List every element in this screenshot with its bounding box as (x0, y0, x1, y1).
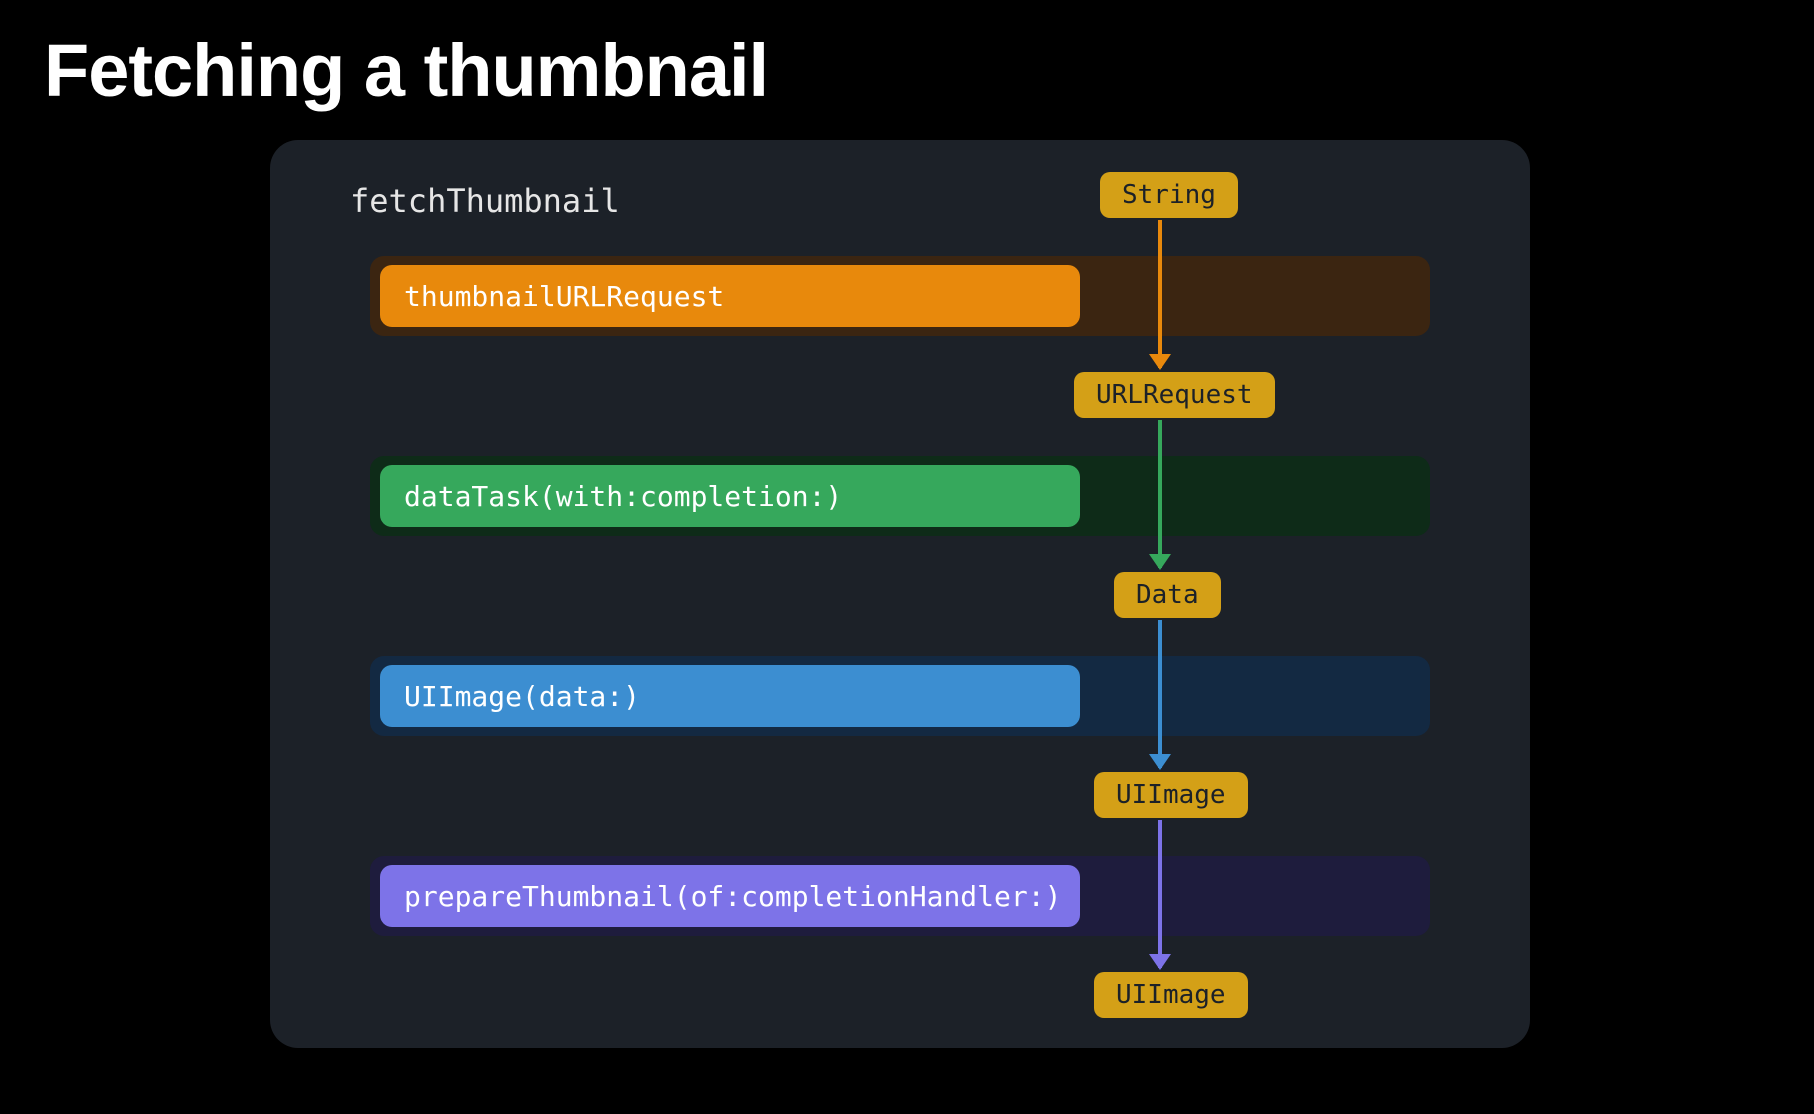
type-urlrequest: URLRequest (1074, 372, 1275, 418)
function-name: fetchThumbnail (350, 182, 620, 220)
flow-arrow-icon (1158, 220, 1162, 368)
step-label: thumbnailURLRequest (380, 265, 1080, 327)
diagram-panel: fetchThumbnail String URLRequest Data UI… (270, 140, 1530, 1048)
step-row: thumbnailURLRequest (370, 256, 1430, 336)
type-data: Data (1114, 572, 1221, 618)
slide: Fetching a thumbnail fetchThumbnail Stri… (0, 0, 1814, 1114)
step-row: dataTask(with:completion:) (370, 456, 1430, 536)
step-label: UIImage(data:) (380, 665, 1080, 727)
type-uiimage-2: UIImage (1094, 972, 1248, 1018)
type-uiimage-1: UIImage (1094, 772, 1248, 818)
type-string: String (1100, 172, 1238, 218)
step-label: prepareThumbnail(of:completionHandler:) (380, 865, 1080, 927)
flow-arrow-icon (1158, 620, 1162, 768)
flow-arrow-icon (1158, 820, 1162, 968)
slide-title: Fetching a thumbnail (44, 28, 768, 113)
step-row: UIImage(data:) (370, 656, 1430, 736)
step-label: dataTask(with:completion:) (380, 465, 1080, 527)
step-row: prepareThumbnail(of:completionHandler:) (370, 856, 1430, 936)
flow-arrow-icon (1158, 420, 1162, 568)
